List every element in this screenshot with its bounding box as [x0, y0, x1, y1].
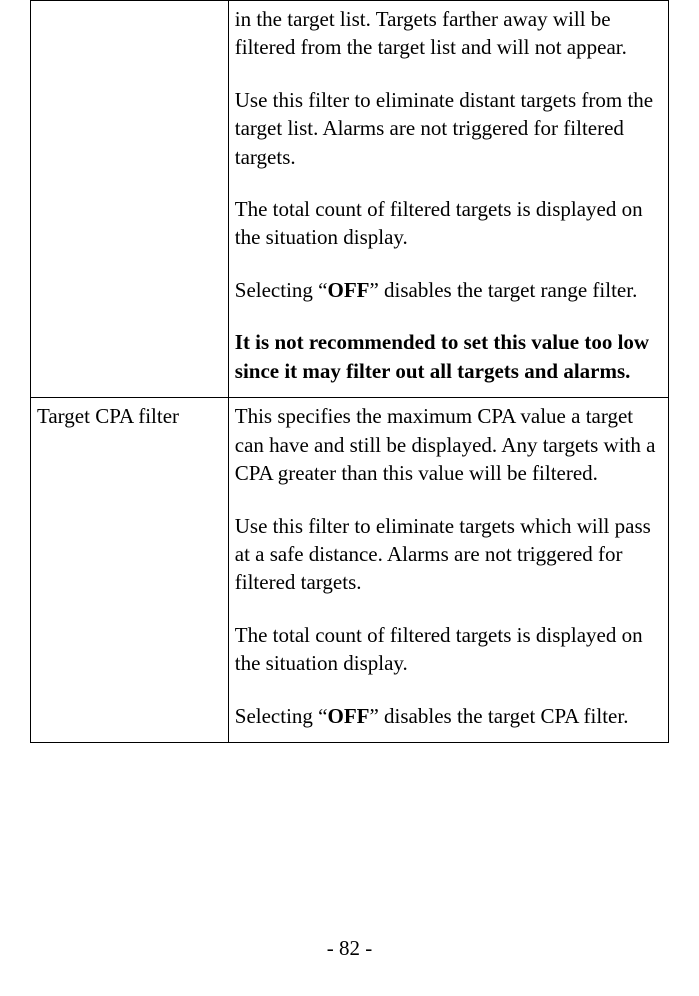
table-row: in the target list. Targets farther away…: [31, 1, 669, 398]
bold-text: OFF: [327, 278, 369, 302]
warning-text: It is not recommended to set this value …: [235, 328, 662, 385]
row-label-cell: [31, 1, 229, 398]
text: ” disables the target CPA filter.: [369, 704, 628, 728]
text: Selecting “: [235, 704, 328, 728]
text: Selecting “: [235, 278, 328, 302]
paragraph: Use this filter to eliminate targets whi…: [235, 512, 662, 597]
paragraph: Selecting “OFF” disables the target rang…: [235, 276, 662, 304]
paragraph: The total count of filtered targets is d…: [235, 621, 662, 678]
row-label-cell: Target CPA filter: [31, 398, 229, 743]
paragraph: Selecting “OFF” disables the target CPA …: [235, 702, 662, 730]
row-label: Target CPA filter: [37, 404, 179, 428]
paragraph: This specifies the maximum CPA value a t…: [235, 402, 662, 487]
filter-table: in the target list. Targets farther away…: [30, 0, 669, 743]
table-row: Target CPA filter This specifies the max…: [31, 398, 669, 743]
page-number: - 82 -: [0, 936, 699, 961]
row-desc-cell: in the target list. Targets farther away…: [228, 1, 668, 398]
text: ” disables the target range filter.: [369, 278, 637, 302]
row-desc-cell: This specifies the maximum CPA value a t…: [228, 398, 668, 743]
paragraph: in the target list. Targets farther away…: [235, 5, 662, 62]
page-content: in the target list. Targets farther away…: [0, 0, 699, 743]
bold-text: OFF: [327, 704, 369, 728]
paragraph: Use this filter to eliminate distant tar…: [235, 86, 662, 171]
paragraph: The total count of filtered targets is d…: [235, 195, 662, 252]
